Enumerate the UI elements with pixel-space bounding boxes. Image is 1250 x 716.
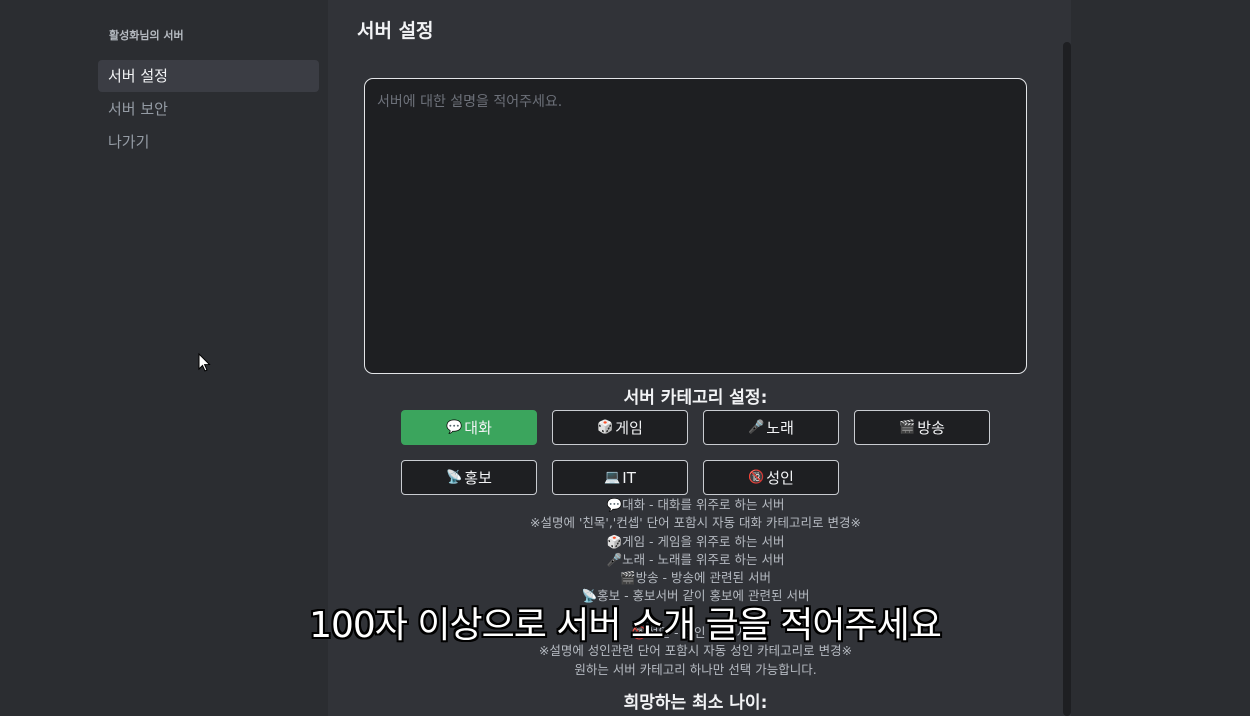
clapperboard-icon: 🎬 [899, 420, 916, 435]
category-button-broadcast[interactable]: 🎬 방송 [854, 410, 990, 445]
adult-only-icon: 🔞 [748, 470, 765, 485]
category-button-game[interactable]: 🎲 게임 [552, 410, 688, 445]
server-description-input[interactable] [364, 78, 1027, 374]
category-label: 성인 [766, 469, 794, 487]
info-line: 🎤노래 - 노래를 위주로 하는 서버 [606, 551, 785, 567]
right-panel-bg [1071, 0, 1250, 716]
sidebar-item-leave[interactable]: 나가기 [98, 126, 319, 158]
category-section-title: 서버 카테고리 설정: [623, 388, 768, 408]
mouse-cursor-icon [198, 353, 211, 372]
dice-icon: 🎲 [597, 420, 614, 435]
min-age-title: 희망하는 최소 나이: [623, 693, 768, 713]
category-button-promotion[interactable]: 📡 홍보 [401, 460, 537, 495]
category-label: 홍보 [464, 469, 492, 487]
info-line: 🎬방송 - 방송에 관련된 서버 [620, 570, 771, 586]
category-label: 방송 [917, 419, 945, 437]
category-label: 대화 [464, 419, 492, 437]
settings-nav: 서버 설정 서버 보안 나가기 [98, 60, 319, 159]
info-line: 🎲게임 - 게임을 위주로 하는 서버 [606, 533, 785, 549]
server-name: 활성화님의 서버 [109, 29, 184, 42]
category-label: 게임 [615, 419, 643, 437]
category-button-song[interactable]: 🎤 노래 [703, 410, 839, 445]
info-line: ※설명에 '친목','컨셉' 단어 포함시 자동 대화 카테고리로 변경※ [530, 515, 861, 531]
info-line: 원하는 서버 카테고리 하나만 선택 가능합니다. [574, 661, 817, 677]
satellite-icon: 📡 [446, 470, 463, 485]
sidebar-item-server-security[interactable]: 서버 보안 [98, 93, 319, 125]
category-label: IT [622, 468, 636, 487]
category-button-it[interactable]: 💻 IT [552, 460, 688, 495]
content-scrollbar[interactable] [1063, 42, 1071, 716]
category-label: 노래 [766, 419, 794, 437]
speech-bubble-icon: 💬 [446, 420, 463, 435]
microphone-icon: 🎤 [748, 420, 765, 435]
sidebar-item-server-settings[interactable]: 서버 설정 [98, 60, 319, 92]
computer-icon: 💻 [604, 470, 621, 485]
category-button-chat[interactable]: 💬 대화 [401, 410, 537, 445]
page-title: 서버 설정 [357, 20, 434, 42]
video-subtitle: 100자 이상으로 서버 소개 글을 적어주세요 [309, 605, 942, 646]
category-button-adult[interactable]: 🔞 성인 [703, 460, 839, 495]
category-info: 💬대화 - 대화를 위주로 하는 서버 ※설명에 '친목','컨셉' 단어 포함… [364, 496, 1027, 679]
info-line: 💬대화 - 대화를 위주로 하는 서버 [606, 497, 785, 512]
